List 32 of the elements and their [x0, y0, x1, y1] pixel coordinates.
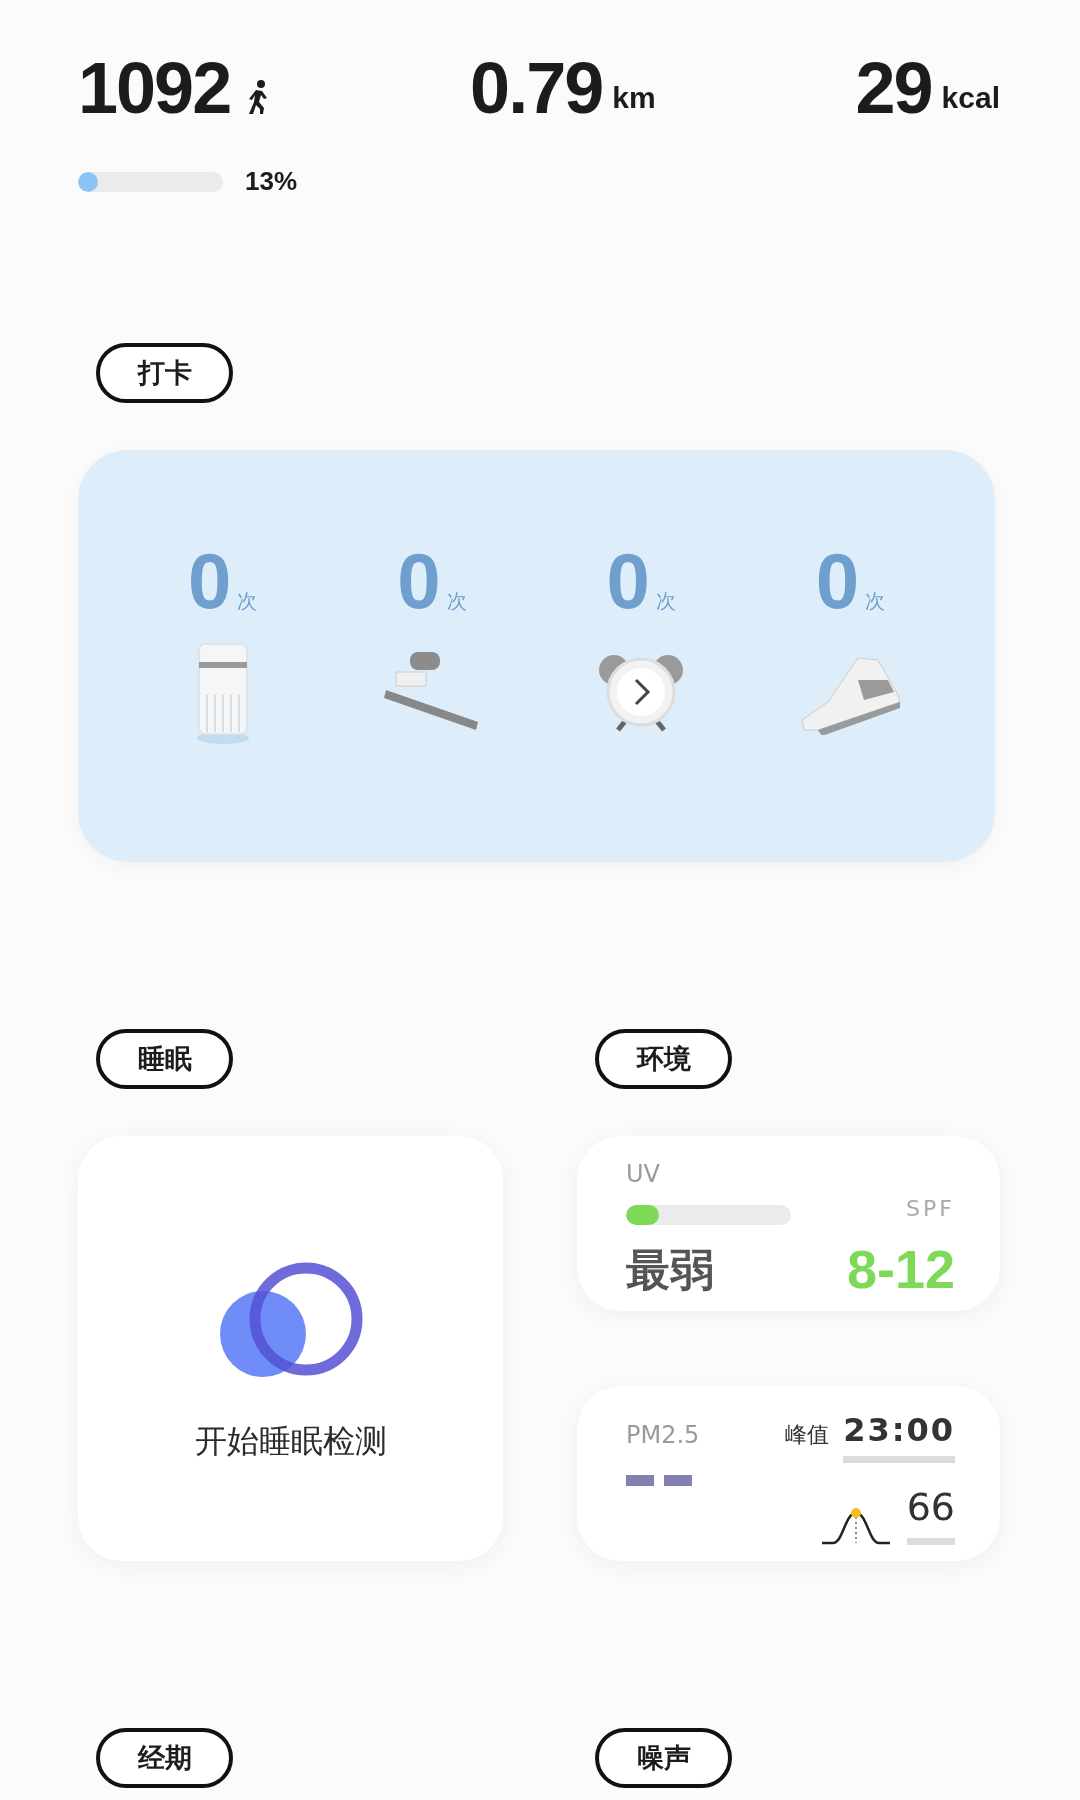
checkin-count: 0 — [187, 542, 232, 620]
spf-label: SPF — [906, 1195, 955, 1223]
uv-label: UV — [626, 1159, 661, 1190]
distance-value: 0.79 — [470, 52, 603, 124]
sleep-tab[interactable]: 睡眠 — [96, 1029, 233, 1089]
count-unit: 次 — [655, 588, 676, 615]
calorie-value: 29 — [855, 52, 932, 124]
environment-tab[interactable]: 环境 — [595, 1029, 732, 1089]
count-unit: 次 — [865, 588, 886, 615]
count-unit: 次 — [237, 588, 258, 615]
peak-label: 峰值 — [785, 1421, 830, 1449]
pm25-label: PM2.5 — [626, 1419, 700, 1451]
uv-grade: 最弱 — [626, 1242, 714, 1297]
peak-value: 66 — [906, 1479, 955, 1545]
start-sleep-detection-text: 开始睡眠检测 — [194, 1421, 387, 1462]
peak-curve-icon — [820, 1507, 891, 1545]
count-unit: 次 — [446, 588, 467, 615]
distance-unit: km — [612, 80, 656, 116]
noise-tab[interactable]: 噪声 — [595, 1728, 732, 1788]
checkin-tab[interactable]: 打卡 — [96, 343, 233, 403]
calorie-unit: kcal — [941, 80, 1000, 116]
step-count: 1092 — [78, 52, 231, 124]
checkin-count: 0 — [815, 542, 860, 620]
sleep-card[interactable]: 开始睡眠检测 — [78, 1136, 503, 1561]
no-data-dashes-icon — [626, 1475, 692, 1486]
spf-value: 8-12 — [846, 1238, 955, 1301]
checkin-count: 0 — [397, 542, 441, 620]
peak-time: 23:00 — [843, 1406, 955, 1463]
sleep-circles-icon — [218, 1261, 363, 1379]
period-tab[interactable]: 经期 — [96, 1728, 233, 1788]
step-percent: 13% — [245, 165, 298, 198]
checkin-count: 0 — [606, 542, 650, 620]
